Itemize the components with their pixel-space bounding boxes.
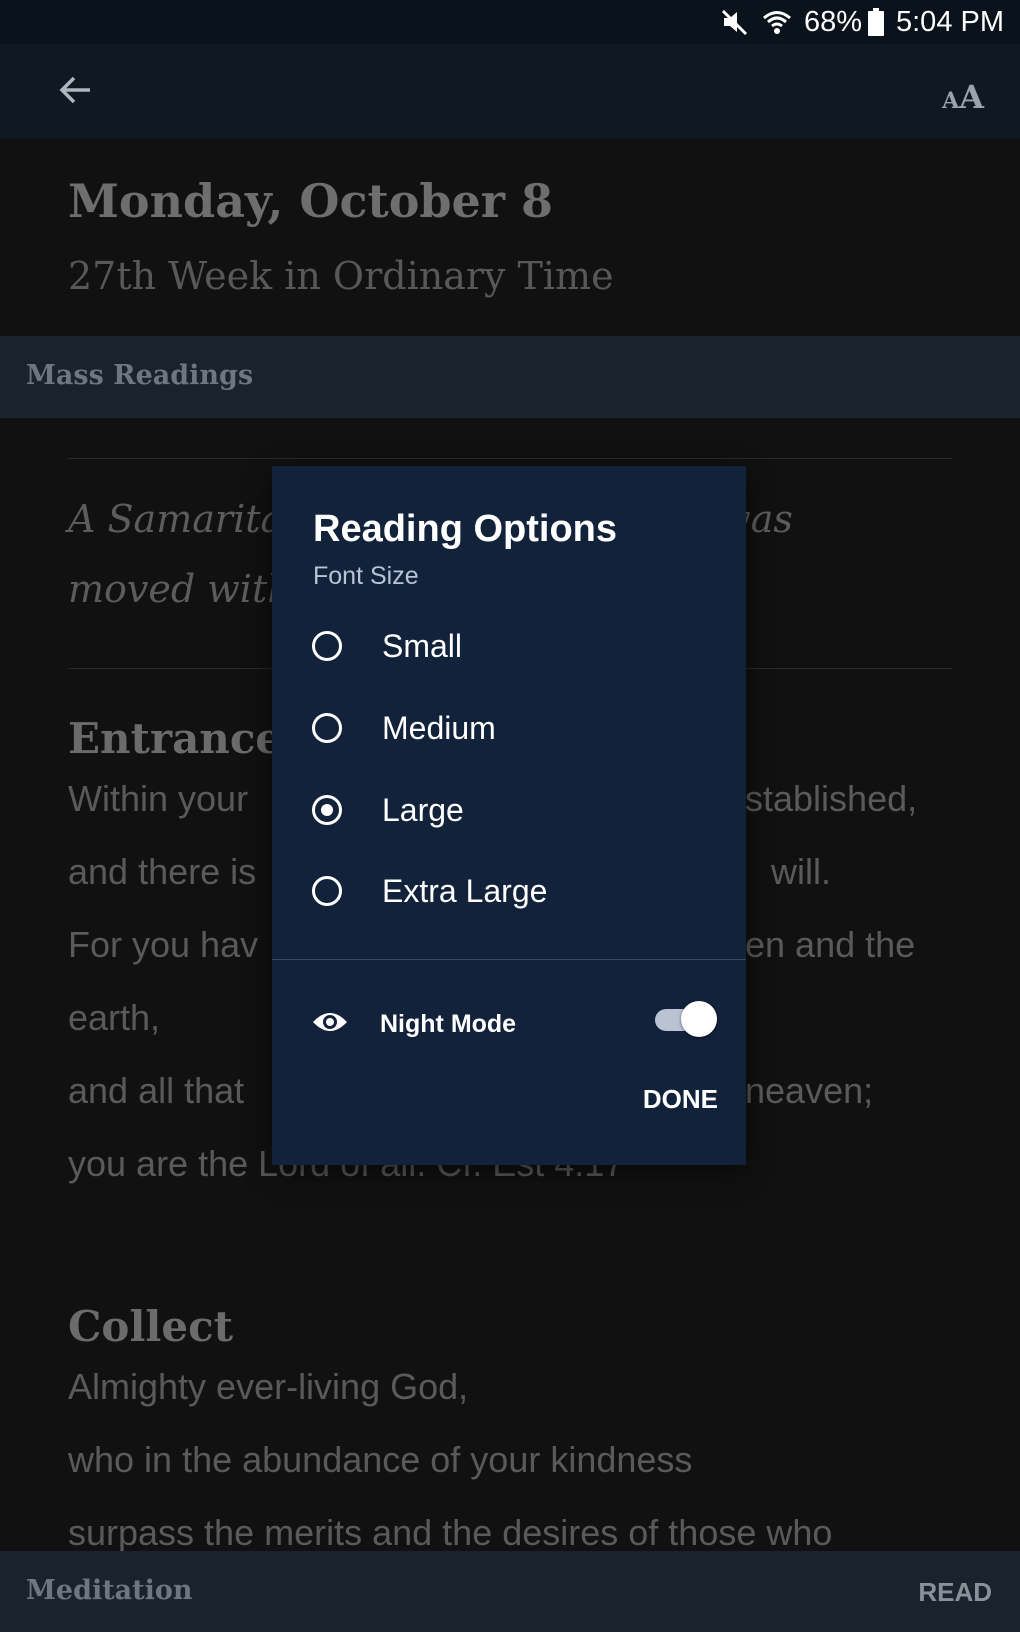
meditation-label: Meditation — [26, 1575, 193, 1606]
text-line: Almighty ever-living God, — [68, 1366, 469, 1407]
status-bar: 68% 5:04 PM — [0, 0, 1020, 44]
option-label: Large — [382, 791, 464, 828]
status-icons: 68% 5:04 PM — [720, 4, 1004, 40]
dialog-divider — [272, 959, 746, 960]
mute-icon — [720, 7, 750, 37]
text-fragment — [745, 981, 1015, 1054]
option-label: Extra Large — [382, 872, 548, 909]
arrow-left-icon — [59, 76, 90, 104]
eye-icon — [312, 1010, 348, 1039]
font-size-option-medium[interactable]: Medium — [312, 698, 732, 758]
back-button[interactable] — [54, 68, 98, 112]
read-button[interactable]: READ — [918, 1577, 992, 1608]
reading-options-dialog: Reading Options Font Size Small Medium L… — [272, 466, 746, 1165]
night-mode-label: Night Mode — [380, 1009, 517, 1038]
toggle-thumb — [681, 1001, 717, 1037]
font-small-a: A — [942, 88, 960, 114]
day-title: Monday, October 8 — [68, 174, 554, 228]
date-header: Monday, October 8 27th Week in Ordinary … — [0, 138, 1020, 336]
entrance-right-fragments: stablished, will. en and the neaven; — [745, 762, 1015, 1127]
font-size-button[interactable]: A A — [942, 66, 984, 114]
clock: 5:04 PM — [896, 5, 1004, 38]
battery-icon — [868, 8, 884, 36]
option-label: Small — [382, 627, 463, 664]
font-size-heading: Font Size — [313, 562, 419, 590]
text-fragment: neaven; — [745, 1070, 874, 1111]
divider — [68, 458, 952, 459]
text-fragment: en and the — [745, 924, 916, 965]
app-bar: A A — [0, 44, 1020, 138]
bottom-bar[interactable]: Meditation READ — [0, 1551, 1020, 1632]
battery-percent: 68% — [803, 5, 862, 38]
collect-text: Almighty ever-living God, who in the abu… — [68, 1350, 968, 1551]
section-label: Mass Readings — [26, 360, 254, 391]
night-mode-row: Night Mode — [312, 996, 712, 1052]
entrance-heading: Entrance — [68, 714, 283, 763]
radio-button[interactable] — [312, 876, 342, 906]
font-size-option-extra-large[interactable]: Extra Large — [312, 861, 732, 921]
wifi-icon — [762, 7, 792, 37]
text-line: surpass the merits and the desires of th… — [68, 1512, 833, 1551]
option-label: Medium — [382, 709, 496, 746]
radio-button[interactable] — [312, 631, 342, 661]
section-bar[interactable]: Mass Readings — [0, 336, 1020, 418]
day-subtitle: 27th Week in Ordinary Time — [68, 254, 614, 298]
font-size-option-small[interactable]: Small — [312, 616, 732, 676]
night-mode-toggle[interactable] — [655, 1000, 717, 1037]
dialog-title: Reading Options — [313, 508, 617, 550]
text-fragment: will. — [771, 851, 831, 892]
collect-heading: Collect — [68, 1302, 234, 1351]
font-big-a: A — [959, 78, 984, 116]
done-button[interactable]: DONE — [643, 1084, 718, 1115]
text-line: who in the abundance of your kindness — [68, 1439, 693, 1480]
battery-indicator: 68% — [804, 6, 884, 39]
text-fragment: stablished, — [745, 778, 918, 819]
font-size-option-large[interactable]: Large — [312, 780, 732, 840]
radio-button[interactable] — [312, 713, 342, 743]
radio-button-selected[interactable] — [312, 795, 342, 825]
